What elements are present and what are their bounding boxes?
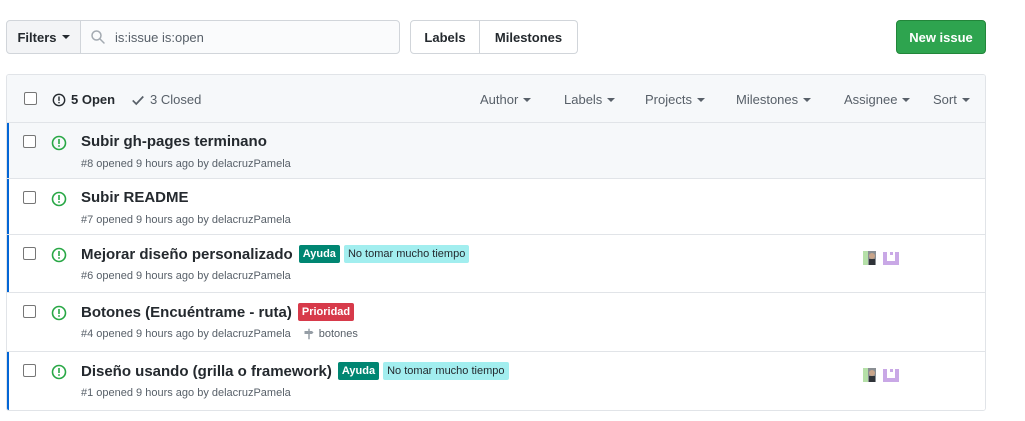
closed-count-label: 3 Closed xyxy=(150,92,202,107)
issue-opened-icon xyxy=(51,305,67,321)
assignee-avatar[interactable] xyxy=(862,365,882,385)
select-all-checkbox[interactable] xyxy=(24,92,37,105)
issue-opened-icon xyxy=(51,191,67,207)
issue-title-link[interactable]: Botones (Encuéntrame - ruta) xyxy=(81,304,292,321)
new-issue-button[interactable]: New issue xyxy=(896,20,986,54)
issue-title-line: Subir README xyxy=(81,189,191,206)
projects-filter-label: Projects xyxy=(645,92,692,107)
caret-down-icon xyxy=(803,97,812,102)
caret-down-icon xyxy=(61,35,70,39)
open-issues-tab[interactable]: 5 Open xyxy=(52,92,115,107)
issue-meta: #8 opened 9 hours ago by delacruzPamela xyxy=(81,158,291,170)
search-icon xyxy=(91,30,105,44)
issue-checkbox[interactable] xyxy=(23,135,36,148)
assignee-filter[interactable]: Assignee xyxy=(844,92,911,107)
issue-meta-text: #6 opened 9 hours ago by delacruzPamela xyxy=(81,270,291,282)
issue-title-line: Diseño usando (grilla o framework) Ayuda… xyxy=(81,362,509,380)
issue-meta: #7 opened 9 hours ago by delacruzPamela xyxy=(81,214,291,226)
labels-filter-label: Labels xyxy=(564,92,603,107)
issue-title-line: Botones (Encuéntrame - ruta) Prioridad xyxy=(81,303,355,321)
issue-opened-icon xyxy=(51,364,67,380)
caret-down-icon xyxy=(696,97,705,102)
milestone-link[interactable]: botones xyxy=(303,328,358,340)
issue-title-line: Subir gh-pages terminano xyxy=(81,133,269,150)
issue-title-line: Mejorar diseño personalizado Ayuda No to… xyxy=(81,245,470,263)
issue-meta: #6 opened 9 hours ago by delacruzPamela xyxy=(81,270,291,282)
issue-row[interactable]: Botones (Encuéntrame - ruta) Prioridad #… xyxy=(7,293,985,352)
open-count-label: 5 Open xyxy=(71,92,116,107)
issue-meta-text: #7 opened 9 hours ago by delacruzPamela xyxy=(81,214,291,226)
issue-meta-text: #1 opened 9 hours ago by delacruzPamela xyxy=(81,387,291,399)
issue-opened-icon xyxy=(51,135,67,151)
label-prioridad[interactable]: Prioridad xyxy=(297,303,355,321)
assignees xyxy=(862,248,902,268)
assignee-avatar[interactable] xyxy=(862,248,882,268)
assignee-filter-label: Assignee xyxy=(844,92,898,107)
author-filter[interactable]: Author xyxy=(480,92,532,107)
issue-meta: #4 opened 9 hours ago by delacruzPamela … xyxy=(81,328,358,340)
milestone-icon xyxy=(304,328,314,340)
issue-title-link[interactable]: Subir README xyxy=(81,189,189,206)
label-ayuda[interactable]: Ayuda xyxy=(337,362,380,380)
check-icon xyxy=(132,95,144,105)
caret-down-icon xyxy=(902,97,911,102)
milestones-button[interactable]: Milestones xyxy=(480,20,578,54)
issue-meta-text: #8 opened 9 hours ago by delacruzPamela xyxy=(81,158,291,170)
assignee-avatar[interactable] xyxy=(882,248,902,268)
closed-issues-tab[interactable]: 3 Closed xyxy=(131,92,201,107)
milestone-label: botones xyxy=(318,328,358,340)
issue-opened-icon xyxy=(51,247,67,263)
sort-filter[interactable]: Sort xyxy=(933,92,970,107)
issues-toolbar: Filters Labels Milestones New issue xyxy=(6,20,986,54)
assignee-avatar[interactable] xyxy=(882,365,902,385)
sort-filter-label: Sort xyxy=(933,92,957,107)
issues-list: 5 Open 3 Closed Author Labels Projects M… xyxy=(6,74,986,411)
labels-filter[interactable]: Labels xyxy=(564,92,616,107)
filters-label: Filters xyxy=(17,29,57,45)
issue-checkbox[interactable] xyxy=(23,305,36,318)
issue-title-link[interactable]: Subir gh-pages terminano xyxy=(81,133,267,150)
search-input[interactable] xyxy=(113,28,393,46)
issue-title-link[interactable]: Diseño usando (grilla o framework) xyxy=(81,363,332,380)
filters-dropdown[interactable]: Filters xyxy=(6,20,81,54)
issues-list-header: 5 Open 3 Closed Author Labels Projects M… xyxy=(7,75,985,123)
issue-checkbox[interactable] xyxy=(23,247,36,260)
issue-meta-text: #4 opened 9 hours ago by delacruzPamela xyxy=(81,328,291,340)
label-no-tomar-mucho-tiempo[interactable]: No tomar mucho tiempo xyxy=(343,245,470,263)
issue-meta: #1 opened 9 hours ago by delacruzPamela xyxy=(81,387,291,399)
issue-opened-icon xyxy=(52,93,66,106)
issue-title-link[interactable]: Mejorar diseño personalizado xyxy=(81,246,293,263)
labels-button[interactable]: Labels xyxy=(410,20,480,54)
search-box xyxy=(80,20,400,54)
issue-row[interactable]: Diseño usando (grilla o framework) Ayuda… xyxy=(7,352,985,410)
assignees xyxy=(862,365,902,385)
labels-milestones-group: Labels Milestones xyxy=(410,20,578,54)
caret-down-icon xyxy=(523,97,532,102)
issue-row[interactable]: Subir README #7 opened 9 hours ago by de… xyxy=(7,179,985,235)
caret-down-icon xyxy=(607,97,616,102)
milestones-filter[interactable]: Milestones xyxy=(736,92,812,107)
label-ayuda[interactable]: Ayuda xyxy=(298,245,340,263)
caret-down-icon xyxy=(961,97,970,102)
author-filter-label: Author xyxy=(480,92,519,107)
issue-checkbox[interactable] xyxy=(23,364,36,377)
label-no-tomar-mucho-tiempo[interactable]: No tomar mucho tiempo xyxy=(383,362,509,380)
projects-filter[interactable]: Projects xyxy=(645,92,705,107)
issue-checkbox[interactable] xyxy=(23,191,36,204)
issue-row[interactable]: Subir gh-pages terminano #8 opened 9 hou… xyxy=(7,123,985,179)
milestones-filter-label: Milestones xyxy=(736,92,799,107)
issue-row[interactable]: Mejorar diseño personalizado Ayuda No to… xyxy=(7,235,985,293)
